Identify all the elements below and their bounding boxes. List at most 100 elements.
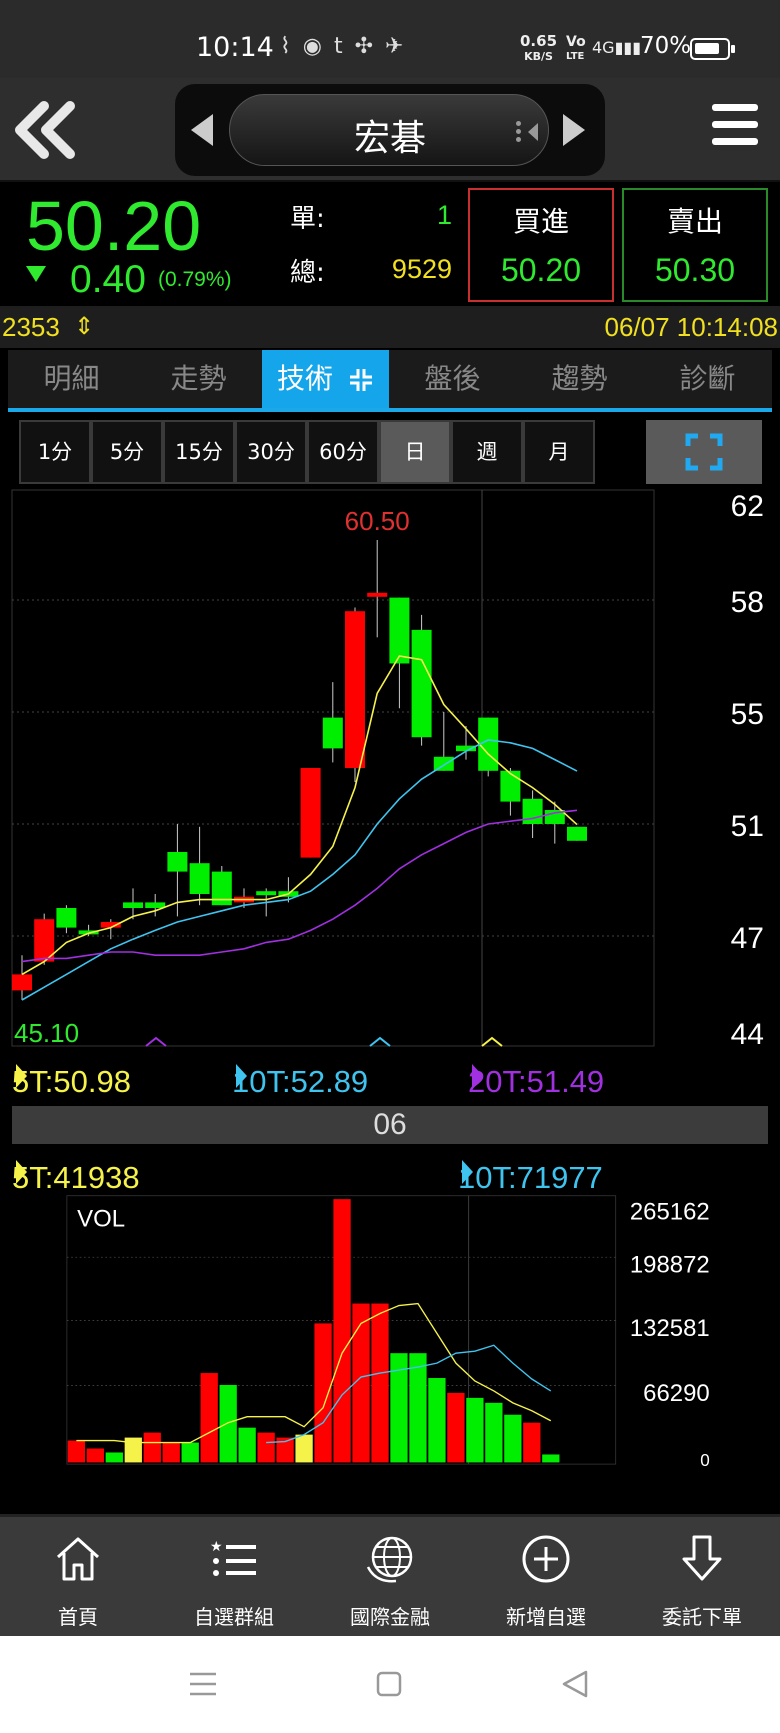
period-1min[interactable]: 1分 — [19, 420, 91, 484]
home-square-icon[interactable] — [376, 1671, 402, 1697]
period-day[interactable]: 日 — [379, 420, 451, 484]
volume-bar — [86, 1448, 104, 1463]
tab-after-hours[interactable]: 盤後 — [389, 350, 516, 408]
ticker-bar: 2353 ⇕ 06/07 10:14:08 — [0, 306, 780, 348]
volume-bar — [200, 1373, 218, 1463]
vol-ma5-label: 5T:41938 — [12, 1159, 140, 1195]
battery-icon — [690, 38, 735, 60]
status-time: 10:14 — [196, 32, 274, 63]
tab-tendency[interactable]: 趨勢 — [516, 350, 643, 408]
volume-bar — [105, 1452, 123, 1463]
volume-title: VOL — [77, 1205, 125, 1232]
volume-bar — [447, 1392, 465, 1463]
volume-bar — [219, 1384, 237, 1463]
next-stock-icon[interactable] — [563, 114, 585, 146]
hamburger-icon — [712, 104, 758, 111]
tab-diagnosis[interactable]: 診斷 — [644, 350, 771, 408]
buy-button[interactable]: 買進 50.20 — [468, 188, 614, 302]
candle-body — [500, 770, 521, 802]
volte-icon: Vo LTE — [566, 34, 586, 62]
total-volume-label: 總: — [290, 258, 325, 288]
quote-datetime: 06/07 10:14:08 — [604, 312, 779, 342]
signal-icon: 4G▮▮▮ — [592, 38, 641, 57]
candle-body — [123, 902, 143, 908]
period-30min[interactable]: 30分 — [235, 420, 307, 484]
download-arrow-icon — [682, 1535, 722, 1581]
y-tick-label: 132581 — [630, 1315, 710, 1342]
ma10-label: 10T:52.89 — [232, 1063, 369, 1099]
svg-text:★: ★ — [210, 1539, 223, 1555]
volume-bar — [333, 1199, 351, 1463]
volume-bar — [523, 1422, 541, 1463]
volume-bar — [295, 1434, 313, 1463]
period-5min[interactable]: 5分 — [91, 420, 163, 484]
volume-bar — [428, 1378, 446, 1463]
volume-bar — [371, 1303, 389, 1463]
candle-body — [411, 629, 432, 738]
y-tick-label: 265162 — [630, 1199, 710, 1226]
stock-code: 2353 — [2, 312, 60, 342]
period-week[interactable]: 週 — [451, 420, 523, 484]
volume-bar — [466, 1397, 484, 1463]
volume-bar — [67, 1440, 85, 1463]
total-volume-value: 9529 — [391, 254, 452, 284]
back-button[interactable] — [10, 98, 80, 162]
sell-price: 50.30 — [654, 252, 736, 288]
y-tick-label: 66290 — [643, 1380, 710, 1407]
period-15min[interactable]: 15分 — [163, 420, 235, 484]
volume-bar — [314, 1323, 332, 1463]
home-icon — [56, 1537, 100, 1581]
volume-bar — [143, 1432, 161, 1463]
volume-bar — [504, 1414, 522, 1463]
date-axis-label: 06 — [12, 1106, 768, 1144]
period-60min[interactable]: 60分 — [307, 420, 379, 484]
y-tick-label: 47 — [731, 922, 764, 955]
candle-body — [300, 768, 321, 858]
volume-bar — [542, 1454, 560, 1463]
tab-bar: 明細 走勢 技術 盤後 趨勢 診斷 — [8, 350, 772, 412]
double-chevron-left-icon — [15, 101, 75, 159]
list-icon: ★ — [210, 1539, 256, 1576]
sell-label: 賣出 — [666, 205, 723, 238]
nav-add-watchlist[interactable]: 新增自選 — [468, 1517, 624, 1639]
y-tick-label: 58 — [731, 586, 764, 619]
stock-name-pill[interactable]: 宏碁 — [229, 94, 549, 166]
volume-ma-legend: 5T:41938 10T:71977 — [12, 1148, 652, 1195]
nav-watchlist-groups[interactable]: ★ 自選群組 — [156, 1517, 312, 1639]
candle-body — [389, 597, 410, 664]
nav-international-finance[interactable]: 國際金融 — [312, 1517, 468, 1639]
drag-handle-icon — [516, 121, 526, 143]
previous-stock-icon[interactable] — [191, 114, 213, 146]
buy-price: 50.20 — [500, 252, 582, 288]
volume-chart[interactable]: 265162 198872 132581 66290 0 VOL — [0, 1194, 780, 1512]
drag-arrow-icon — [528, 123, 538, 141]
menu-button[interactable] — [712, 104, 760, 154]
y-tick-label: 0 — [700, 1451, 710, 1470]
recent-apps-icon[interactable] — [190, 1672, 216, 1696]
candle-body — [322, 717, 343, 749]
candle-body — [522, 798, 543, 824]
candle-body — [56, 908, 77, 928]
back-triangle-icon[interactable] — [562, 1670, 588, 1698]
candle-body — [367, 592, 388, 597]
y-tick-label: 55 — [731, 698, 764, 731]
nav-place-order[interactable]: 委託下單 — [624, 1517, 780, 1639]
candle-body — [145, 902, 166, 908]
vol-ma10-label: 10T:71977 — [458, 1159, 603, 1195]
battery-percent: 70% — [640, 33, 692, 59]
period-month[interactable]: 月 — [523, 420, 595, 484]
status-bar: 10:14 ⌇◉t✣✈ 0.65 KB/S Vo LTE 4G▮▮▮ 70% — [0, 0, 780, 78]
tab-detail[interactable]: 明細 — [8, 350, 135, 408]
candlestick-chart[interactable]: 62 58 55 51 47 44 60.50 45.10 — [0, 488, 780, 1048]
low-price-label: 45.10 — [14, 1018, 79, 1048]
candle-body — [256, 891, 277, 896]
sell-button[interactable]: 賣出 50.30 — [622, 188, 768, 302]
nav-home[interactable]: 首頁 — [0, 1517, 156, 1639]
y-tick-label: 44 — [731, 1018, 764, 1048]
globe-icon — [366, 1536, 413, 1583]
buy-label: 買進 — [512, 205, 569, 238]
tab-trend[interactable]: 走勢 — [135, 350, 262, 408]
price-ma-legend: 5T:50.98 10T:52.89 20T:51.49 — [12, 1052, 652, 1099]
tab-technical[interactable]: 技術 — [262, 350, 389, 408]
fullscreen-button[interactable] — [646, 420, 762, 484]
